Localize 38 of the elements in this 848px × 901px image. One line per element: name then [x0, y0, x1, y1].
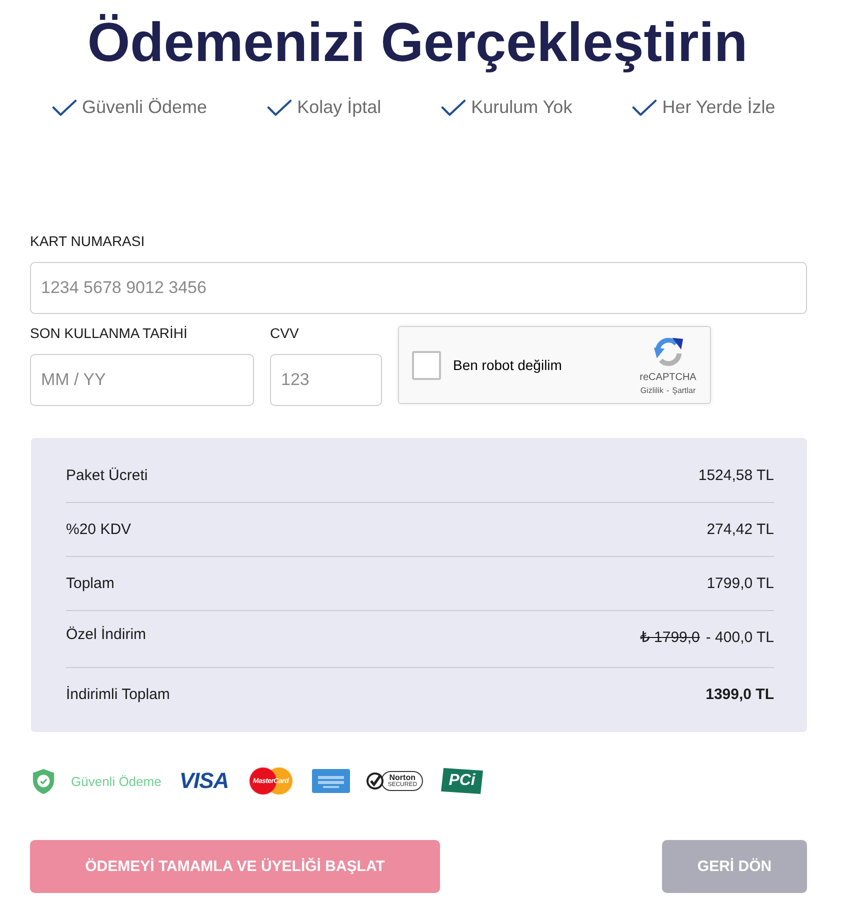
feature-label: Güvenli Ödeme [82, 96, 208, 119]
summary-value: 274,42 TL [706, 520, 774, 540]
summary-label: Toplam [66, 574, 114, 594]
summary-label: İndirimli Toplam [66, 685, 170, 705]
discount-value: - 400,0 TL [706, 628, 774, 648]
card-number-input[interactable]: 1234 5678 9012 3456 [30, 262, 807, 314]
field-label: SON KULLANMA TARİHİ [30, 324, 188, 342]
pci-logo: PCi [441, 768, 484, 794]
terms-link[interactable]: Şartlar [672, 384, 696, 396]
shield-check-icon [32, 768, 55, 794]
feature-label: Kurulum Yok [471, 96, 572, 119]
page-title: Ödemenizi Gerçekleştirin [86, 12, 749, 72]
checkmark-icon [267, 98, 292, 116]
cvv-input[interactable]: 123 [270, 354, 382, 406]
field-label: CVV [270, 324, 300, 342]
field-label: KART NUMARASI [30, 232, 146, 250]
link-separator: - [666, 384, 670, 396]
checkmark-icon [52, 98, 77, 116]
captcha-label: Ben robot değilim [453, 357, 562, 373]
visa-logo: VISA [179, 769, 229, 793]
feature-label: Kolay İptal [297, 96, 382, 119]
privacy-link[interactable]: Gizlilik [640, 384, 664, 396]
summary-value: 1799,0 TL [706, 574, 774, 594]
secure-payment-label: Güvenli Ödeme [71, 774, 162, 788]
summary-label: Özel İndirim [66, 625, 146, 645]
captcha-checkbox[interactable] [412, 350, 441, 380]
summary-label: %20 KDV [66, 520, 132, 540]
checkmark-icon [441, 98, 466, 116]
summary-value: 1524,58 TL [698, 466, 774, 486]
old-price: ₺ 1799,0 [640, 628, 700, 648]
captcha-brand-text: reCAPTCHA [640, 372, 696, 384]
checkmark-icon [632, 98, 658, 116]
feature-label: Her Yerde İzle [662, 96, 776, 119]
summary-label: Paket Ücreti [66, 466, 148, 486]
payment-card-icon [312, 769, 350, 793]
norton-text: Norton [389, 773, 416, 782]
total-value: 1399,0 TL [706, 685, 774, 705]
expiry-date-input[interactable]: MM / YY [30, 354, 254, 406]
